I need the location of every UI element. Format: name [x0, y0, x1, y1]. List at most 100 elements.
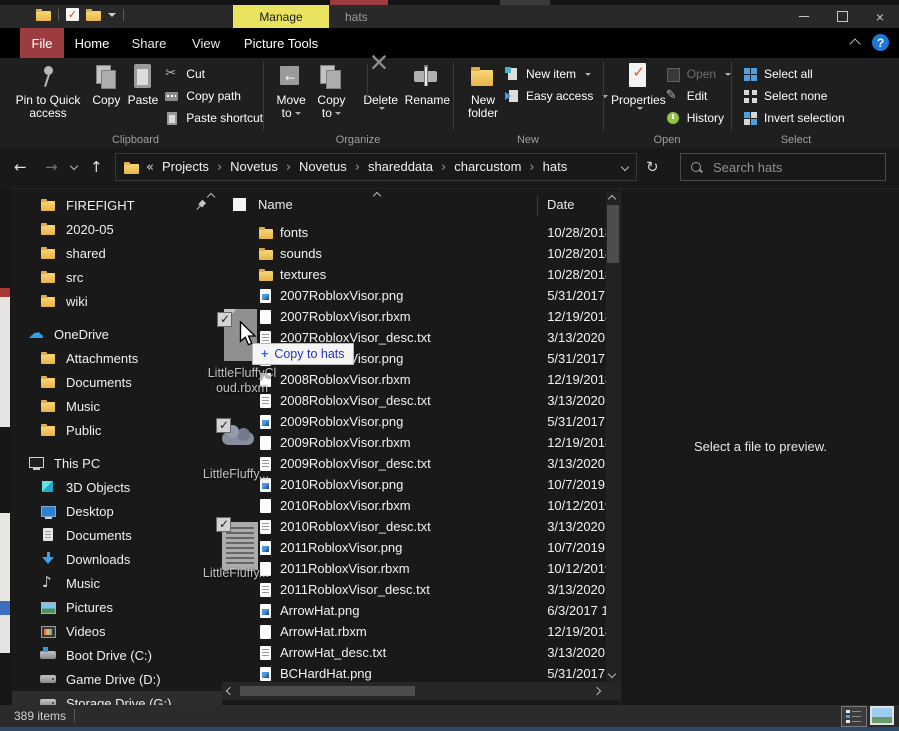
sidebar-item[interactable]: Downloads [12, 547, 222, 571]
file-row[interactable]: textures 10/28/2018 [222, 264, 606, 285]
sidebar-item[interactable]: Boot Drive (C:) [12, 643, 222, 667]
file-row[interactable]: 2007RobloxVisor.png 5/31/2017 7 [222, 285, 606, 306]
sidebar-item[interactable]: Public [12, 418, 222, 442]
tab-view[interactable]: View [178, 28, 234, 58]
vertical-scrollbar[interactable] [606, 192, 620, 682]
breadcrumb-segment[interactable]: Novetus [230, 159, 299, 175]
breadcrumb-segment[interactable]: Novetus [299, 159, 368, 175]
sidebar-item[interactable]: 2020-05 [12, 217, 222, 241]
scroll-left-icon[interactable] [226, 687, 234, 695]
breadcrumb-segment[interactable]: hats [543, 159, 568, 175]
breadcrumb[interactable]: « ProjectsNovetusNovetusshareddatacharcu… [115, 153, 637, 181]
sidebar-item[interactable]: Game Drive (D:) [12, 667, 222, 691]
pin-to-quick-access-button[interactable]: Pin to Quick access [8, 60, 88, 120]
address-dropdown-chevron[interactable] [621, 163, 629, 171]
delete-button[interactable]: Delete [360, 60, 402, 110]
sidebar-item[interactable]: 3D Objects [12, 475, 222, 499]
sidebar-item[interactable]: Music [12, 394, 222, 418]
breadcrumb-segment[interactable]: Projects [162, 159, 230, 175]
select-all-checkbox[interactable] [233, 198, 246, 211]
open-button[interactable]: Open [666, 64, 731, 84]
file-row[interactable]: 2009RobloxVisor.rbxm 12/19/2018 [222, 432, 606, 453]
file-row[interactable]: fonts 10/28/2018 [222, 222, 606, 243]
move-to-button[interactable]: Move to [271, 60, 311, 120]
search-box[interactable] [680, 153, 886, 181]
sidebar-item[interactable]: Videos [12, 619, 222, 643]
copy-to-button[interactable]: Copy to [311, 60, 351, 120]
up-button[interactable]: ↑ [90, 158, 103, 176]
file-row[interactable]: 2007RobloxVisor.rbxm 12/19/2018 [222, 306, 606, 327]
file-row[interactable]: sounds 10/28/2018 [222, 243, 606, 264]
sidebar-item[interactable]: Documents [12, 523, 222, 547]
search-input[interactable] [711, 159, 875, 176]
tab-picture-tools[interactable]: Picture Tools [233, 28, 329, 58]
details-view-button[interactable] [841, 706, 867, 727]
invert-selection-button[interactable]: Invert selection [743, 108, 845, 128]
scroll-right-icon[interactable] [593, 687, 601, 695]
folder-icon[interactable] [36, 8, 51, 21]
cut-button[interactable]: Cut [165, 64, 263, 84]
column-header-date[interactable]: Date [547, 197, 574, 212]
file-row[interactable]: BCHardHat.png 5/31/2017 7 [222, 663, 606, 682]
forward-button[interactable]: → [45, 158, 58, 176]
file-row[interactable]: 2011RobloxVisor_desc.txt 3/13/2020 8 [222, 579, 606, 600]
tab-manage[interactable]: Manage [233, 5, 329, 28]
sidebar-item[interactable]: Desktop [12, 499, 222, 523]
easy-access-button[interactable]: Easy access [505, 86, 608, 106]
breadcrumb-segment[interactable]: charcustom [454, 159, 542, 175]
new-folder-icon[interactable] [86, 8, 101, 21]
select-none-button[interactable]: Select none [743, 86, 845, 106]
recent-locations-chevron[interactable] [70, 162, 78, 170]
sidebar-item[interactable]: Storage Drive (G:) [12, 691, 222, 705]
new-item-button[interactable]: New item [505, 64, 608, 84]
file-row[interactable]: 2009RobloxVisor_desc.txt 3/13/2020 8 [222, 453, 606, 474]
maximize-button[interactable] [823, 5, 861, 28]
paste-button[interactable]: Paste [125, 60, 162, 107]
scroll-up-icon[interactable] [608, 195, 616, 203]
back-button[interactable]: ← [14, 158, 27, 176]
properties-check-icon[interactable]: ✓ [66, 8, 79, 21]
qat-dropdown-icon[interactable] [108, 13, 116, 17]
sidebar-item[interactable]: Music [12, 571, 222, 595]
horizontal-scrollbar[interactable] [222, 682, 620, 700]
breadcrumb-root-glyph[interactable]: « [146, 160, 154, 175]
sidebar-item[interactable]: shared [12, 241, 222, 265]
close-button[interactable]: × [861, 5, 899, 28]
scrollbar-thumb[interactable] [240, 686, 415, 696]
rename-button[interactable]: Rename [402, 60, 453, 107]
refresh-icon[interactable]: ↻ [646, 158, 659, 176]
file-row[interactable]: 2010RobloxVisor.rbxm 10/12/2019 [222, 495, 606, 516]
large-icons-view-button[interactable] [870, 706, 894, 725]
file-row[interactable]: ArrowHat.png 6/3/2017 11 [222, 600, 606, 621]
file-row[interactable]: 2010RobloxVisor_desc.txt 3/13/2020 8 [222, 516, 606, 537]
sidebar-item[interactable]: FIREFIGHT [12, 193, 222, 217]
copy-path-button[interactable]: Copy path [165, 86, 263, 106]
sidebar-item[interactable]: Attachments [12, 346, 222, 370]
sidebar-item[interactable]: OneDrive [12, 322, 222, 346]
tab-file[interactable]: File [20, 28, 64, 58]
sidebar-item[interactable]: wiki [12, 289, 222, 313]
file-row[interactable]: ArrowHat.rbxm 12/19/2018 [222, 621, 606, 642]
tab-share[interactable]: Share [120, 28, 178, 58]
breadcrumb-segment[interactable]: shareddata [368, 159, 454, 175]
file-row[interactable]: 2010RobloxVisor.png 10/7/2019 3 [222, 474, 606, 495]
sidebar-item[interactable]: This PC [12, 451, 222, 475]
file-row[interactable]: 2011RobloxVisor.rbxm 10/12/2019 [222, 558, 606, 579]
help-button[interactable]: ? [872, 34, 889, 51]
tab-home[interactable]: Home [64, 28, 120, 58]
column-header-name[interactable]: Name [258, 197, 293, 212]
new-folder-button[interactable]: New folder [463, 60, 503, 120]
properties-button[interactable]: Properties [611, 60, 666, 110]
sidebar-item[interactable]: Documents [12, 370, 222, 394]
file-row[interactable]: ArrowHat_desc.txt 3/13/2020 8 [222, 642, 606, 663]
paste-shortcut-button[interactable]: Paste shortcut [165, 108, 263, 128]
collapse-ribbon-icon[interactable] [849, 38, 860, 49]
edit-button[interactable]: Edit [666, 86, 731, 106]
select-all-button[interactable]: Select all [743, 64, 845, 84]
scrollbar-thumb[interactable] [607, 205, 619, 263]
file-row[interactable]: 2009RobloxVisor.png 5/31/2017 7 [222, 411, 606, 432]
file-row[interactable]: 2011RobloxVisor.png 10/7/2019 3 [222, 537, 606, 558]
sidebar-item[interactable]: Pictures [12, 595, 222, 619]
sidebar-item[interactable]: src [12, 265, 222, 289]
column-separator[interactable] [537, 196, 538, 216]
